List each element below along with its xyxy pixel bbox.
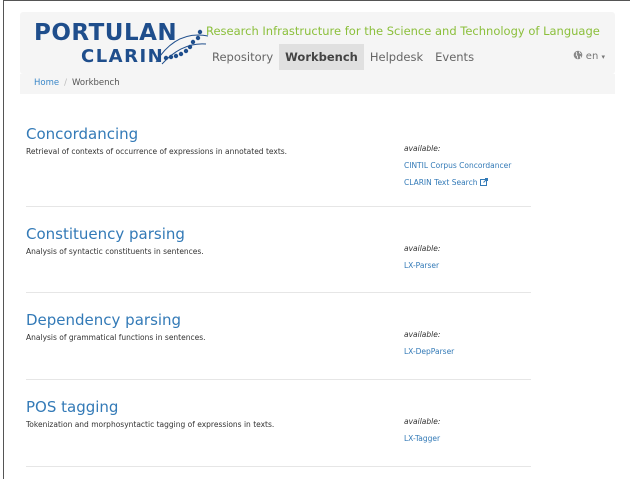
section-divider [26,292,531,293]
available-tools: available: LX-Parser [404,244,534,270]
nav-item-events[interactable]: Events [429,44,480,70]
available-tools: available: LX-DepParser [404,330,534,356]
language-dropdown[interactable]: en ▾ [573,50,605,62]
breadcrumb-separator: / [64,78,67,88]
main-nav: Repository Workbench Helpdesk Events [206,44,480,70]
globe-icon [573,50,582,60]
available-label: available: [404,244,441,253]
section-divider [26,466,531,467]
section-divider [26,379,531,380]
tool-link-lx-parser[interactable]: LX-Parser [404,261,534,270]
breadcrumb-current: Workbench [71,78,120,88]
section-title: Dependency parsing [26,311,182,329]
section-divider [26,206,531,207]
portulan-clarin-logo[interactable]: PORTULAN CLARIN [34,20,214,70]
tool-link-lx-depparser[interactable]: LX-DepParser [404,347,534,356]
external-link-icon [480,178,489,186]
available-tools: available: LX-Tagger [404,417,534,443]
available-tools: available: CINTIL Corpus Concordancer CL… [404,144,534,187]
nav-item-repository[interactable]: Repository [206,44,279,70]
tool-link-clarin-text-search[interactable]: CLARIN Text Search [404,178,534,187]
network-dots-icon [155,29,209,65]
site-header: PORTULAN CLARIN Research Infrastructure … [20,12,615,74]
breadcrumb: Home / Workbench [20,74,615,94]
section-dependency-parsing: Dependency parsing Analysis of grammatic… [26,310,531,356]
section-title: Constituency parsing [26,225,185,243]
nav-item-helpdesk[interactable]: Helpdesk [364,44,429,70]
available-label: available: [404,330,441,339]
section-pos-tagging: POS tagging Tokenization and morphosynta… [26,397,531,443]
section-title: Concordancing [26,125,139,143]
site-tagline: Research Infrastructure for the Science … [206,24,600,38]
nav-item-workbench[interactable]: Workbench [279,44,364,70]
language-label: en [585,51,599,62]
caret-down-icon: ▾ [601,53,605,61]
breadcrumb-home[interactable]: Home [34,78,59,88]
available-label: available: [404,144,441,153]
available-label: available: [404,417,441,426]
tool-link-lx-tagger[interactable]: LX-Tagger [404,434,534,443]
tool-link-cintil-concordancer[interactable]: CINTIL Corpus Concordancer [404,161,534,170]
section-concordancing: Concordancing Retrieval of contexts of o… [26,124,531,187]
section-title: POS tagging [26,398,119,416]
section-constituency-parsing: Constituency parsing Analysis of syntact… [26,224,531,270]
